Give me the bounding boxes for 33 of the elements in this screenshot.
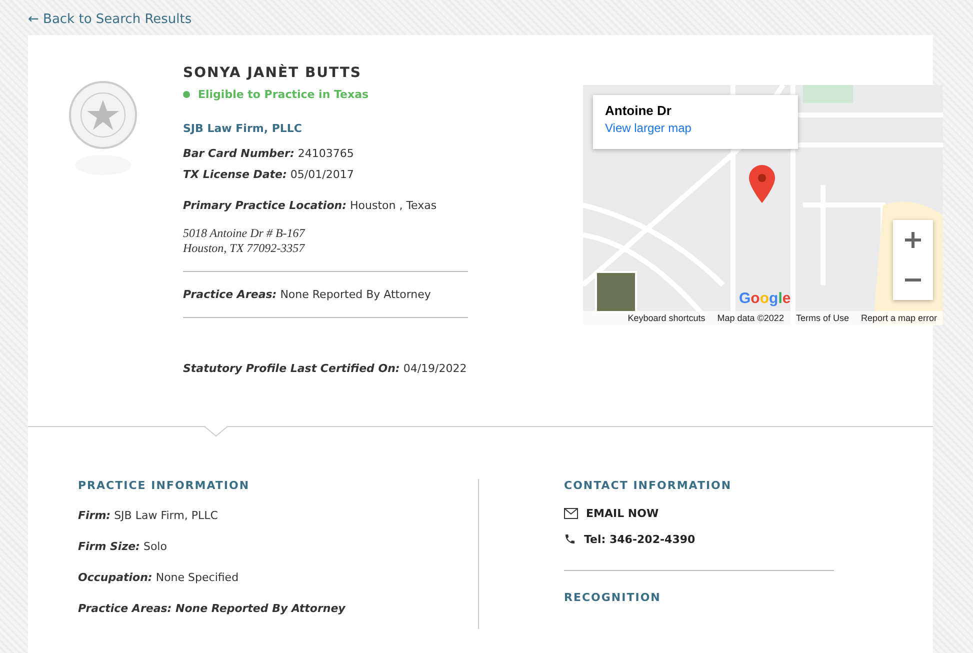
map[interactable]: Antoine Dr View larger map Google Keyboard shortcuts Map data ©2022 Terms of Use Report a map error — [583, 85, 943, 325]
firm-link[interactable]: SJB Law Firm, PLLC — [183, 122, 468, 135]
section-heading: RECOGNITION — [564, 591, 662, 604]
profile-field: Practice Areas: None Reported By Attorney — [183, 284, 468, 305]
map-pin-icon — [749, 165, 775, 203]
info-field: Firm: SJB Law Firm, PLLC — [78, 500, 478, 531]
phone-icon — [564, 533, 576, 545]
map-place-name: Antoine Dr — [605, 103, 672, 118]
back-link[interactable]: ← Back to Search Results — [28, 12, 192, 27]
envelope-icon — [564, 508, 578, 518]
info-field: Practice Areas: None Reported By Attorney — [78, 593, 478, 624]
map-footer-link[interactable]: Terms of Use — [796, 311, 849, 325]
phone-link[interactable]: Tel: 346-202-4390 — [564, 526, 834, 552]
plus-icon — [904, 231, 922, 249]
profile-field: TX License Date: 05/01/2017 — [183, 164, 468, 185]
map-footer-link[interactable]: Report a map error — [860, 311, 937, 325]
map-footer-link[interactable]: Keyboard shortcuts — [628, 311, 706, 325]
eligibility-status: Eligible to Practice in Texas — [198, 88, 369, 101]
satellite-thumbnail[interactable] — [595, 271, 637, 313]
profile-field: Statutory Profile Last Certified On: 04/19/2022 — [183, 358, 468, 379]
info-field: Firm Size: Solo — [78, 531, 478, 562]
map-footer-link[interactable]: Map data ©2022 — [717, 311, 784, 325]
section-heading: CONTACT INFORMATION — [564, 479, 733, 492]
email-link[interactable]: EMAIL NOW — [564, 500, 834, 526]
info-field: Occupation: None Specified — [78, 562, 478, 593]
minus-icon — [904, 278, 922, 282]
section-heading: PRACTICE INFORMATION — [78, 479, 251, 492]
view-larger-map-link[interactable]: View larger map — [605, 121, 786, 135]
attorney-name: SONYA JANÈT BUTTS — [183, 65, 362, 81]
map-logo: Google — [739, 290, 791, 307]
address-line: 5018 Antoine Dr # B-167 Houston, TX 77092-3357 — [183, 226, 306, 256]
profile-field: Bar Card Number: 24103765 — [183, 143, 468, 164]
profile-field: Primary Practice Location: Houston , Texas — [183, 195, 468, 216]
